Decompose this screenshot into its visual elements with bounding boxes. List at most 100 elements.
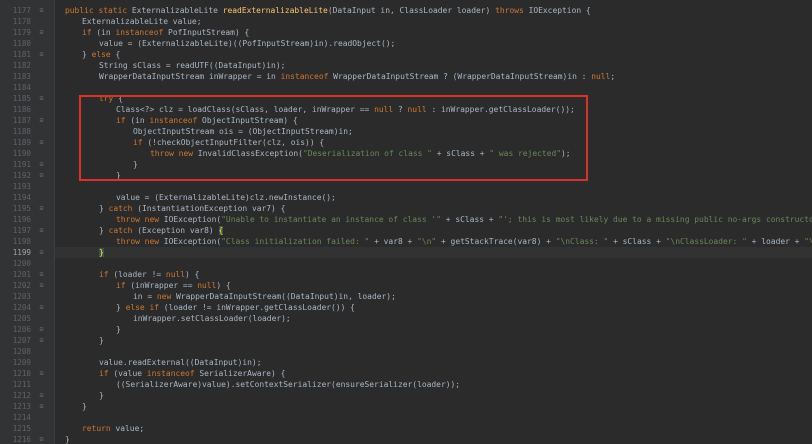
code-token: null bbox=[374, 105, 398, 114]
code-token: "'; this is most likely due to a missing… bbox=[498, 215, 812, 224]
code-token: } bbox=[99, 248, 104, 257]
code-line[interactable]: value = (ExternalizableLite)clz.newInsta… bbox=[55, 192, 812, 203]
code-token: (Exception var8) bbox=[137, 226, 219, 235]
code-line[interactable]: ObjectInputStream ois = (ObjectInputStre… bbox=[55, 126, 812, 137]
code-line[interactable]: value.readExternal((DataInput)in); bbox=[55, 357, 812, 368]
code-line[interactable] bbox=[55, 181, 812, 192]
fold-marker-icon[interactable]: ⊟ bbox=[38, 7, 45, 14]
code-line[interactable]: } bbox=[55, 390, 812, 401]
code-line[interactable]: in = new WrapperDataInputStream((DataInp… bbox=[55, 291, 812, 302]
code-line[interactable]: } catch (InstantiationException var7) { bbox=[55, 203, 812, 214]
code-line[interactable] bbox=[55, 258, 812, 269]
code-token: if bbox=[116, 281, 131, 290]
code-token: throw new bbox=[150, 149, 198, 158]
line-number: 1192 bbox=[12, 171, 31, 180]
code-line[interactable]: } bbox=[55, 401, 812, 412]
code-text: public static ExternalizableLite readExt… bbox=[65, 5, 591, 16]
fold-marker-icon[interactable]: ⊟ bbox=[38, 282, 45, 289]
code-token: if bbox=[99, 270, 114, 279]
code-line[interactable]: } bbox=[55, 324, 812, 335]
code-line[interactable]: if (loader != null) { bbox=[55, 269, 812, 280]
code-text: } bbox=[133, 159, 138, 170]
line-number: 1205 bbox=[12, 314, 31, 323]
code-line[interactable]: return value; bbox=[55, 423, 812, 434]
fold-marker-icon[interactable]: ⊟ bbox=[38, 436, 45, 443]
code-line[interactable]: if (in instanceof PofInputStream) { bbox=[55, 27, 812, 38]
code-line[interactable]: } else { bbox=[55, 49, 812, 60]
code-token: if bbox=[133, 138, 148, 147]
fold-marker-icon[interactable]: ⊟ bbox=[38, 370, 45, 377]
code-token: ExternalizableLite bbox=[131, 6, 223, 15]
code-line[interactable]: Class<?> clz = loadClass(sClass, loader,… bbox=[55, 104, 812, 115]
code-line[interactable]: } bbox=[55, 335, 812, 346]
code-token: ObjectInputStream ois = (ObjectInputStre… bbox=[133, 127, 353, 136]
fold-marker-icon[interactable]: ⊟ bbox=[38, 392, 45, 399]
line-number: 1194 bbox=[12, 193, 31, 202]
fold-marker-icon[interactable]: ⊟ bbox=[38, 95, 45, 102]
code-line[interactable]: if (in instanceof ObjectInputStream) { bbox=[55, 115, 812, 126]
code-text: if (value instanceof SerializerAware) { bbox=[99, 368, 285, 379]
code-line[interactable] bbox=[55, 412, 812, 423]
code-line[interactable]: try { bbox=[55, 93, 812, 104]
code-editor[interactable]: public static ExternalizableLite readExt… bbox=[0, 0, 812, 444]
code-line[interactable]: ((SerializerAware)value).setContextSeria… bbox=[55, 379, 812, 390]
code-line[interactable]: } bbox=[55, 170, 812, 181]
line-number: 1199 bbox=[12, 248, 31, 257]
line-number: 1196 bbox=[12, 215, 31, 224]
code-token: } bbox=[116, 171, 121, 180]
code-text: } catch (InstantiationException var7) { bbox=[99, 203, 285, 214]
fold-marker-icon[interactable]: ⊟ bbox=[38, 249, 45, 256]
line-number: 1203 bbox=[12, 292, 31, 301]
code-token: in = bbox=[133, 292, 157, 301]
code-line[interactable]: } else if (loader != inWrapper.getClassL… bbox=[55, 302, 812, 313]
code-line[interactable]: value = (ExternalizableLite)((PofInputSt… bbox=[55, 38, 812, 49]
code-line[interactable]: ExternalizableLite value; bbox=[55, 16, 812, 27]
line-number: 1204 bbox=[12, 303, 31, 312]
fold-marker-icon[interactable]: ⊟ bbox=[38, 117, 45, 124]
code-line[interactable]: } bbox=[55, 159, 812, 170]
code-token: null bbox=[591, 72, 611, 81]
code-token: Class<?> clz = loadClass(sClass, loader,… bbox=[116, 105, 375, 114]
code-area[interactable]: public static ExternalizableLite readExt… bbox=[55, 0, 812, 444]
code-token: "\nConte bbox=[804, 237, 812, 246]
code-line[interactable]: String sClass = readUTF((DataInput)in); bbox=[55, 60, 812, 71]
code-token: { bbox=[115, 50, 121, 59]
code-token: (inWrapper == bbox=[130, 281, 198, 290]
code-line[interactable]: if (value instanceof SerializerAware) { bbox=[55, 368, 812, 379]
code-line[interactable]: throw new IOException("Class initializat… bbox=[55, 236, 812, 247]
code-token: { bbox=[118, 94, 123, 103]
fold-marker-icon[interactable]: ⊟ bbox=[38, 403, 45, 410]
fold-marker-icon[interactable]: ⊟ bbox=[38, 304, 45, 311]
code-text: } catch (Exception var8) { bbox=[99, 225, 224, 236]
code-line[interactable]: } bbox=[55, 247, 812, 258]
code-line[interactable] bbox=[55, 346, 812, 357]
code-token: "Deserialization of class " bbox=[302, 149, 437, 158]
code-line[interactable]: if (!checkObjectInputFilter(clz, ois)) { bbox=[55, 137, 812, 148]
fold-marker-icon[interactable]: ⊟ bbox=[38, 337, 45, 344]
code-token: ObjectInputStream) { bbox=[202, 116, 298, 125]
code-line[interactable]: } bbox=[55, 434, 812, 444]
code-line[interactable]: throw new IOException("Unable to instant… bbox=[55, 214, 812, 225]
fold-marker-icon[interactable]: ⊟ bbox=[38, 161, 45, 168]
code-text: } bbox=[99, 335, 104, 346]
code-line[interactable]: public static ExternalizableLite readExt… bbox=[55, 5, 812, 16]
fold-marker-icon[interactable]: ⊟ bbox=[38, 51, 45, 58]
fold-marker-icon[interactable]: ⊟ bbox=[38, 227, 45, 234]
code-line[interactable]: inWrapper.setClassLoader(loader); bbox=[55, 313, 812, 324]
line-number: 1200 bbox=[12, 259, 31, 268]
code-token: instanceof bbox=[115, 28, 169, 37]
fold-marker-icon[interactable]: ⊟ bbox=[38, 139, 45, 146]
fold-marker-icon[interactable]: ⊟ bbox=[38, 326, 45, 333]
code-line[interactable]: throw new InvalidClassException("Deseria… bbox=[55, 148, 812, 159]
code-token: + var8 + bbox=[374, 237, 418, 246]
code-line[interactable]: WrapperDataInputStream inWrapper = in in… bbox=[55, 71, 812, 82]
code-token: IOException( bbox=[163, 215, 222, 224]
code-line[interactable]: } catch (Exception var8) { bbox=[55, 225, 812, 236]
code-line[interactable]: if (inWrapper == null) { bbox=[55, 280, 812, 291]
fold-marker-icon[interactable]: ⊟ bbox=[38, 29, 45, 36]
fold-marker-icon[interactable]: ⊟ bbox=[38, 271, 45, 278]
code-text: throw new InvalidClassException("Deseria… bbox=[150, 148, 571, 159]
code-line[interactable] bbox=[55, 82, 812, 93]
fold-marker-icon[interactable]: ⊟ bbox=[38, 172, 45, 179]
fold-marker-icon[interactable]: ⊟ bbox=[38, 205, 45, 212]
